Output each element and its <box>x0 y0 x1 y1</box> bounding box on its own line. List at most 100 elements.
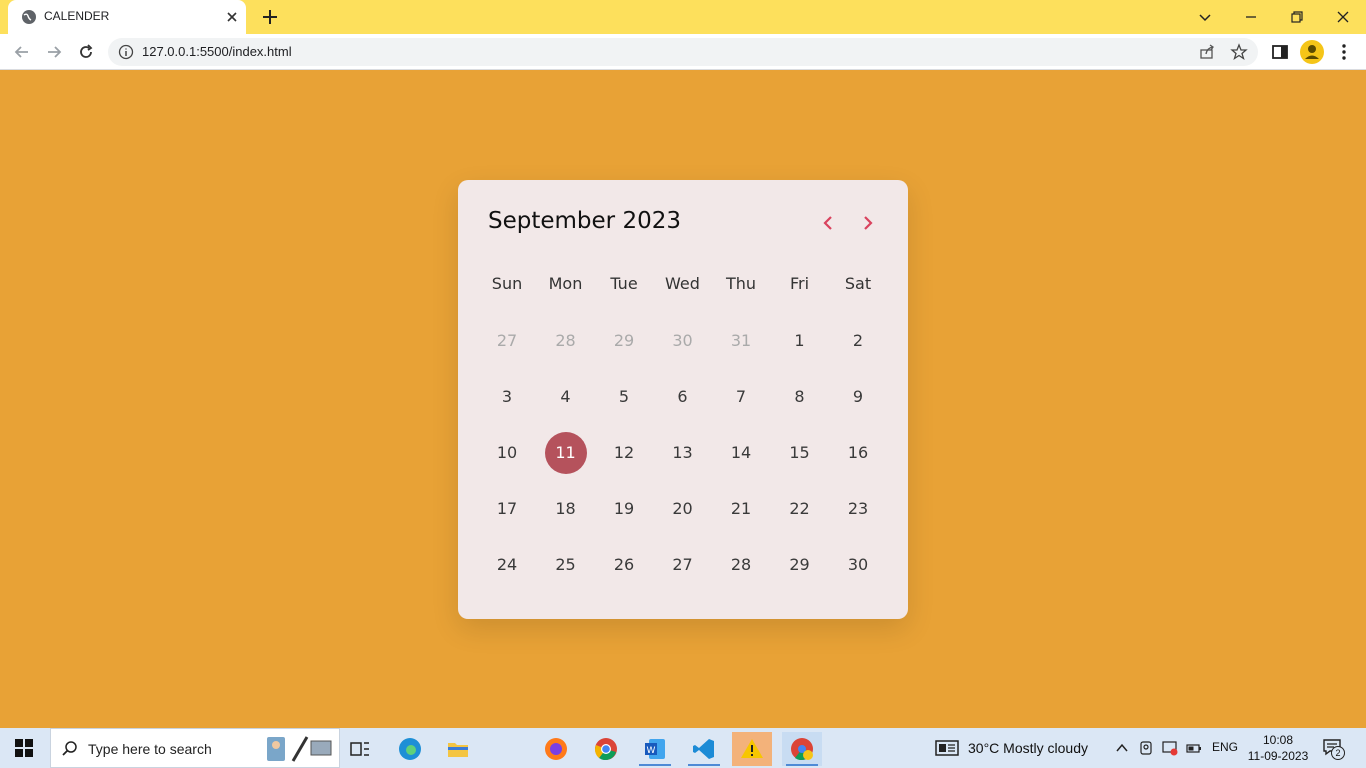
side-panel-icon[interactable] <box>1270 42 1290 62</box>
weekday-sun: Sun <box>491 274 523 293</box>
svg-text:W: W <box>647 746 656 756</box>
clock-date: 11-09-2023 <box>1247 749 1309 763</box>
clock[interactable]: 10:08 11-09-2023 <box>1246 732 1310 764</box>
weekday-wed: Wed <box>665 274 700 293</box>
weekday-thu: Thu <box>725 274 757 293</box>
day-cell[interactable]: 18 <box>545 488 587 530</box>
back-arrow-icon[interactable] <box>12 42 32 62</box>
profile-avatar[interactable] <box>1300 40 1324 64</box>
task-view-icon <box>350 742 369 756</box>
share-icon[interactable] <box>1198 43 1216 61</box>
weekday-fri: Fri <box>789 274 810 293</box>
day-cell[interactable]: 26 <box>603 544 645 586</box>
day-cell[interactable]: 9 <box>837 376 879 418</box>
chrome-profile-icon <box>791 738 813 761</box>
day-cell[interactable]: 7 <box>720 376 762 418</box>
windows-start-icon[interactable] <box>14 738 34 758</box>
day-cell[interactable]: 22 <box>779 488 821 530</box>
day-cell[interactable]: 30 <box>837 544 879 586</box>
day-cell[interactable]: 28 <box>720 544 762 586</box>
day-cell[interactable]: 20 <box>662 488 704 530</box>
day-cell[interactable]: 6 <box>662 376 704 418</box>
word-icon: W <box>645 739 665 759</box>
day-cell[interactable]: 23 <box>837 488 879 530</box>
warning-icon <box>741 739 763 758</box>
day-cell[interactable]: 15 <box>779 432 821 474</box>
search-highlight-illustration-icon <box>267 736 332 762</box>
forward-arrow-icon[interactable] <box>44 42 64 62</box>
weekday-tue: Tue <box>610 274 638 293</box>
news-weather-icon <box>935 740 959 756</box>
url-text: 127.0.0.1:5500/index.html <box>142 44 292 59</box>
weekday-sat: Sat <box>844 274 872 293</box>
search-icon <box>62 741 77 756</box>
next-month-icon[interactable] <box>859 214 877 232</box>
day-cell[interactable]: 2 <box>837 320 879 362</box>
day-cell[interactable]: 1 <box>779 320 821 362</box>
day-cell[interactable]: 5 <box>603 376 645 418</box>
taskbar-file-explorer[interactable] <box>438 732 478 766</box>
taskbar-chrome-profile[interactable] <box>782 732 822 766</box>
restore-icon[interactable] <box>1286 6 1308 28</box>
day-cell[interactable]: 8 <box>779 376 821 418</box>
edge-icon <box>399 738 421 760</box>
day-cell[interactable]: 13 <box>662 432 704 474</box>
day-cell[interactable]: 29 <box>779 544 821 586</box>
day-cell[interactable]: 3 <box>486 376 528 418</box>
day-cell[interactable]: 24 <box>486 544 528 586</box>
day-cell-other-month[interactable]: 30 <box>662 320 704 362</box>
browser-tab-strip: CALENDER <box>0 0 1366 34</box>
weather-text: 30°C Mostly cloudy <box>968 740 1088 756</box>
notification-count-badge: 2 <box>1331 746 1345 760</box>
close-window-icon[interactable] <box>1332 6 1354 28</box>
day-cell-other-month[interactable]: 27 <box>486 320 528 362</box>
more-menu-icon[interactable] <box>1334 42 1354 62</box>
taskbar-firefox[interactable] <box>536 732 576 766</box>
day-cell[interactable]: 14 <box>720 432 762 474</box>
day-cell[interactable]: 27 <box>662 544 704 586</box>
day-cell[interactable]: 17 <box>486 488 528 530</box>
search-placeholder: Type here to search <box>88 741 212 757</box>
battery-icon[interactable] <box>1186 740 1202 756</box>
browser-tab-active[interactable]: CALENDER <box>8 0 246 34</box>
day-cell[interactable]: 19 <box>603 488 645 530</box>
day-cell[interactable]: 4 <box>545 376 587 418</box>
site-info-icon[interactable] <box>118 44 134 60</box>
notification-center-button[interactable]: 2 <box>1322 738 1345 760</box>
address-bar[interactable]: 127.0.0.1:5500/index.html <box>108 38 1258 66</box>
taskbar-warning-app[interactable] <box>732 732 772 766</box>
day-cell-other-month[interactable]: 31 <box>720 320 762 362</box>
taskbar-chrome[interactable] <box>586 732 626 766</box>
month-year-title: September 2023 <box>488 208 681 234</box>
minimize-icon[interactable] <box>1240 6 1262 28</box>
taskbar-edge[interactable] <box>390 732 430 766</box>
folder-icon <box>448 743 468 757</box>
day-cell[interactable]: 12 <box>603 432 645 474</box>
bookmark-star-icon[interactable] <box>1230 43 1248 61</box>
weekday-header-row: Sun Mon Tue Wed Thu Fri Sat <box>478 274 888 298</box>
chrome-icon <box>595 738 617 761</box>
taskbar-search-box[interactable]: Type here to search <box>50 728 340 768</box>
display-record-icon[interactable] <box>1162 740 1178 756</box>
close-tab-icon[interactable] <box>224 9 240 25</box>
taskbar-vscode[interactable] <box>684 732 724 766</box>
new-tab-icon[interactable] <box>260 7 280 27</box>
day-cell-other-month[interactable]: 29 <box>603 320 645 362</box>
meet-now-icon[interactable] <box>1138 740 1154 756</box>
windows-taskbar: Type here to search W 30°C Mostly cloudy… <box>0 728 1366 768</box>
day-cell[interactable]: 25 <box>545 544 587 586</box>
day-cell[interactable]: 21 <box>720 488 762 530</box>
day-cell[interactable]: 16 <box>837 432 879 474</box>
tab-search-chevron-icon[interactable] <box>1194 6 1216 28</box>
tab-title: CALENDER <box>44 9 110 23</box>
day-cell[interactable]: 10 <box>486 432 528 474</box>
language-indicator[interactable]: ENG <box>1212 740 1238 754</box>
weekday-mon: Mon <box>548 274 583 293</box>
day-cell-other-month[interactable]: 28 <box>545 320 587 362</box>
show-hidden-icons-chevron-icon[interactable] <box>1114 740 1130 756</box>
day-cell-today[interactable]: 11 <box>544 432 587 474</box>
taskbar-word[interactable]: W <box>635 732 675 766</box>
reload-icon[interactable] <box>76 42 96 62</box>
task-view-button[interactable] <box>340 732 380 766</box>
prev-month-icon[interactable] <box>819 214 837 232</box>
